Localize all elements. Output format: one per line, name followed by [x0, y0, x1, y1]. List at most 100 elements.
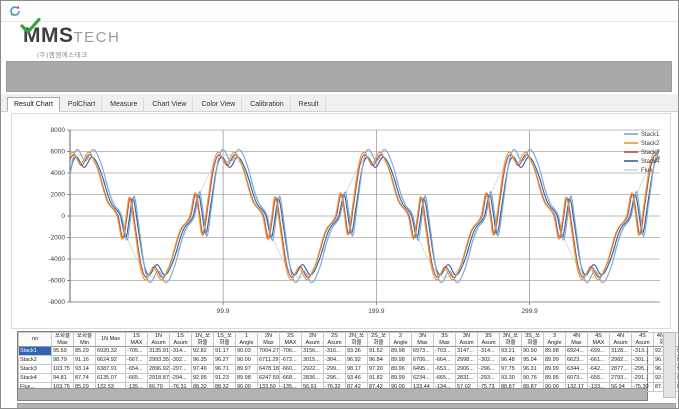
table-cell[interactable]: -642... — [588, 365, 610, 374]
table-cell[interactable]: 93.14 — [74, 365, 96, 374]
table-cell[interactable]: 6624.92 — [96, 356, 126, 365]
table-cell[interactable]: 2793... — [610, 374, 632, 383]
table-cell[interactable]: 90.03 — [236, 347, 258, 356]
table-cell[interactable]: 93.21 — [500, 347, 522, 356]
table-cell[interactable]: 91.82 — [368, 374, 390, 383]
table-cell[interactable]: 2896.92 — [148, 365, 170, 374]
table-cell[interactable]: 97.46 — [192, 365, 214, 374]
table-cell[interactable]: 90.47 — [676, 347, 679, 356]
table-cell[interactable]: 6135.07 — [96, 374, 126, 383]
table-cell[interactable]: -705... — [126, 347, 148, 356]
table-cell[interactable]: -668... — [280, 374, 302, 383]
table-cell[interactable]: 93.46 — [346, 374, 368, 383]
table-cell[interactable]: 89.99 — [544, 365, 566, 374]
table-cell[interactable]: -653... — [434, 365, 456, 374]
table-cell[interactable]: 3147... — [456, 347, 478, 356]
table-cell[interactable]: 6387.91 — [96, 365, 126, 374]
table-cell[interactable]: -703... — [434, 347, 456, 356]
table-cell[interactable]: 2918.87 — [148, 374, 170, 383]
table-cell[interactable]: -655... — [588, 374, 610, 383]
table-cell[interactable]: -291... — [632, 374, 654, 383]
table-cell[interactable]: 89.95 — [544, 374, 566, 383]
table-cell[interactable]: 92.82 — [192, 347, 214, 356]
table-cell[interactable]: -654... — [126, 365, 148, 374]
table-cell[interactable]: 98.79 — [52, 356, 74, 365]
table-cell[interactable]: 6711.29 — [258, 356, 280, 365]
table-cell[interactable]: 6344... — [566, 365, 588, 374]
table-cell[interactable]: 6924... — [566, 347, 588, 356]
table-cell[interactable]: 2906... — [456, 365, 478, 374]
table-cell[interactable]: 96.71 — [214, 365, 236, 374]
refresh-icon[interactable] — [9, 5, 21, 17]
table-cell[interactable]: 90.18 — [676, 374, 679, 383]
table-cell[interactable]: 97.20 — [368, 365, 390, 374]
table-cell[interactable]: -314... — [478, 347, 500, 356]
table-cell[interactable]: 85.29 — [74, 347, 96, 356]
table-cell[interactable]: -304... — [324, 356, 346, 365]
table-cell[interactable]: 3156... — [302, 347, 324, 356]
table-cell[interactable]: 96.35 — [192, 356, 214, 365]
table-cell[interactable]: -665... — [434, 374, 456, 383]
table-cell[interactable]: 95.46 — [676, 356, 679, 365]
table-cell[interactable]: -299... — [324, 365, 346, 374]
table-cell[interactable]: 2982... — [610, 356, 632, 365]
tab-measure[interactable]: Measure — [103, 97, 144, 111]
table-cell[interactable]: -314... — [170, 347, 192, 356]
table-cell[interactable]: -706... — [280, 347, 302, 356]
table-cell[interactable]: 103.75 — [52, 365, 74, 374]
table-cell[interactable]: 89.98 — [390, 347, 412, 356]
table-cell[interactable]: 98.17 — [346, 365, 368, 374]
table-cell[interactable]: 7004.27 — [258, 347, 280, 356]
table-cell[interactable]: 96.48 — [500, 356, 522, 365]
table-cell[interactable]: 2993.35 — [148, 356, 170, 365]
table-cell[interactable]: -296... — [478, 365, 500, 374]
table-cell[interactable]: 2836... — [302, 374, 324, 383]
table-cell[interactable]: 2922... — [302, 365, 324, 374]
table-cell[interactable]: 95.04 — [522, 356, 544, 365]
table-cell[interactable]: 89.98 — [390, 356, 412, 365]
table-cell[interactable]: -295... — [632, 365, 654, 374]
table-cell[interactable]: -313... — [632, 347, 654, 356]
row-label[interactable]: Stack2 — [19, 356, 52, 365]
table-cell[interactable]: -665... — [126, 374, 148, 383]
tab-polchart[interactable]: PolChart — [61, 97, 102, 111]
table-cell[interactable]: -316... — [324, 347, 346, 356]
table-cell[interactable]: 91.52 — [368, 347, 390, 356]
table-cell[interactable]: 6073... — [566, 374, 588, 383]
table-cell[interactable]: -301... — [632, 356, 654, 365]
table-cell[interactable]: -660... — [280, 365, 302, 374]
horizontal-scrollbar[interactable] — [18, 388, 647, 400]
table-cell[interactable]: 89.98 — [236, 374, 258, 383]
tab-calibration[interactable]: Calibration — [243, 97, 290, 111]
row-label[interactable]: Stack3 — [19, 365, 52, 374]
table-cell[interactable]: 97.75 — [500, 365, 522, 374]
table-cell[interactable]: 6973... — [412, 347, 434, 356]
table-cell[interactable]: 6495... — [412, 365, 434, 374]
table-cell[interactable]: 96.27 — [214, 356, 236, 365]
table-cell[interactable]: -302... — [478, 356, 500, 365]
tab-chart-view[interactable]: Chart View — [145, 97, 193, 111]
table-cell[interactable]: 6706... — [412, 356, 434, 365]
table-cell[interactable]: -664... — [434, 356, 456, 365]
table-cell[interactable]: 96.84 — [368, 356, 390, 365]
table-cell[interactable]: 6623... — [566, 356, 588, 365]
table-cell[interactable]: 91.17 — [214, 347, 236, 356]
table-cell[interactable]: 6234... — [412, 374, 434, 383]
table-cell[interactable]: 87.74 — [74, 374, 96, 383]
tab-color-view[interactable]: Color View — [194, 97, 242, 111]
table-cell[interactable]: 89.99 — [544, 356, 566, 365]
table-cell[interactable]: 93.36 — [346, 347, 368, 356]
table-cell[interactable]: 94.81 — [52, 374, 74, 383]
table-cell[interactable]: 6920.32 — [96, 347, 126, 356]
table-cell[interactable]: -672... — [280, 356, 302, 365]
row-label[interactable]: Stack4 — [19, 374, 52, 383]
table-cell[interactable]: 2831... — [456, 374, 478, 383]
table-cell[interactable]: 91.23 — [214, 374, 236, 383]
table-cell[interactable]: 87.89 — [676, 383, 679, 392]
table-cell[interactable]: 6247.59 — [258, 374, 280, 383]
table-cell[interactable]: 96.92 — [346, 356, 368, 365]
table-cell[interactable]: 3015... — [302, 356, 324, 365]
table-cell[interactable]: 90.90 — [522, 347, 544, 356]
table-cell[interactable]: 6478.18 — [258, 365, 280, 374]
table-cell[interactable]: -661... — [588, 356, 610, 365]
